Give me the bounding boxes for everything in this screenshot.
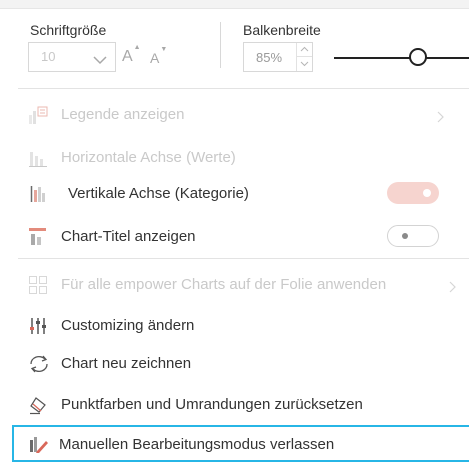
eraser-icon: [28, 395, 48, 415]
menu-item-legend-label: Legende anzeigen: [61, 106, 185, 123]
caret-down-icon: ▼: [160, 46, 168, 54]
bar-width-spinner: [296, 43, 312, 71]
font-size-label: Schriftgröße: [30, 22, 107, 38]
chevron-down-icon: [93, 52, 107, 70]
bar-width-slider[interactable]: [334, 46, 469, 70]
menu-item-reset-colors[interactable]: Punktfarben und Umrandungen zurücksetzen: [28, 389, 464, 421]
menu-item-horizontal-axis-label: Horizontale Achse (Werte): [61, 149, 236, 166]
chart-options-panel: Schriftgröße 10 A▲ A▼ Balkenbreite 85% L…: [0, 0, 469, 464]
menu-item-vertical-axis-label: Vertikale Achse (Kategorie): [68, 185, 249, 202]
bar-width-value: 85%: [256, 50, 283, 65]
menu-item-exit-manual-mode[interactable]: Manuellen Bearbeitungsmodus verlassen: [12, 425, 469, 462]
increase-font-button[interactable]: A▲: [122, 44, 141, 66]
menu-item-redraw-label: Chart neu zeichnen: [61, 355, 192, 372]
menu-item-exit-manual-label: Manuellen Bearbeitungsmodus verlassen: [59, 436, 335, 453]
menu-item-chart-title-label: Chart-Titel anzeigen: [61, 228, 196, 245]
bar-width-input[interactable]: 85%: [243, 42, 313, 72]
menu-item-apply-all-label: Für alle empower Charts auf der Folie an…: [61, 276, 387, 293]
spin-down-button[interactable]: [297, 57, 312, 71]
chart-title-toggle[interactable]: [387, 225, 439, 247]
divider: [18, 88, 469, 89]
top-edge: [0, 0, 469, 9]
menu-item-horizontal-axis[interactable]: Horizontale Achse (Werte): [28, 142, 464, 174]
toggle-knob: [402, 233, 408, 239]
menu-item-customizing-label: Customizing ändern: [61, 317, 195, 334]
chevron-right-icon: [448, 280, 456, 298]
horizontal-axis-icon: [28, 148, 48, 168]
caret-up-icon: ▲: [133, 43, 141, 51]
menu-item-customizing[interactable]: Customizing ändern: [28, 310, 464, 342]
slider-track: [334, 57, 469, 59]
decrease-font-button[interactable]: A▼: [150, 46, 167, 66]
chart-title-icon: [28, 227, 48, 247]
menu-item-reset-colors-label: Punktfarben und Umrandungen zurücksetzen: [61, 396, 363, 413]
menu-item-legend[interactable]: Legende anzeigen: [28, 99, 464, 131]
spin-up-button[interactable]: [297, 43, 312, 57]
pencil-chart-icon: [28, 434, 50, 459]
increase-font-label: A: [122, 48, 133, 65]
font-size-select[interactable]: 10: [28, 42, 116, 72]
slider-knob[interactable]: [409, 48, 427, 66]
menu-item-redraw[interactable]: Chart neu zeichnen: [28, 348, 464, 380]
font-size-value: 10: [41, 49, 56, 64]
vertical-axis-icon: [28, 184, 48, 204]
menu-item-apply-all[interactable]: Für alle empower Charts auf der Folie an…: [28, 269, 464, 301]
decrease-font-label: A: [150, 50, 160, 66]
grid-icon: [28, 275, 48, 295]
toolbar-divider: [220, 22, 221, 68]
vertical-axis-toggle[interactable]: [387, 182, 439, 204]
refresh-icon: [28, 354, 48, 374]
toggle-knob: [423, 189, 431, 197]
divider: [18, 258, 469, 259]
chevron-right-icon: [436, 110, 444, 128]
sliders-icon: [28, 316, 48, 336]
legend-icon: [28, 105, 48, 125]
bar-width-label: Balkenbreite: [243, 22, 321, 38]
